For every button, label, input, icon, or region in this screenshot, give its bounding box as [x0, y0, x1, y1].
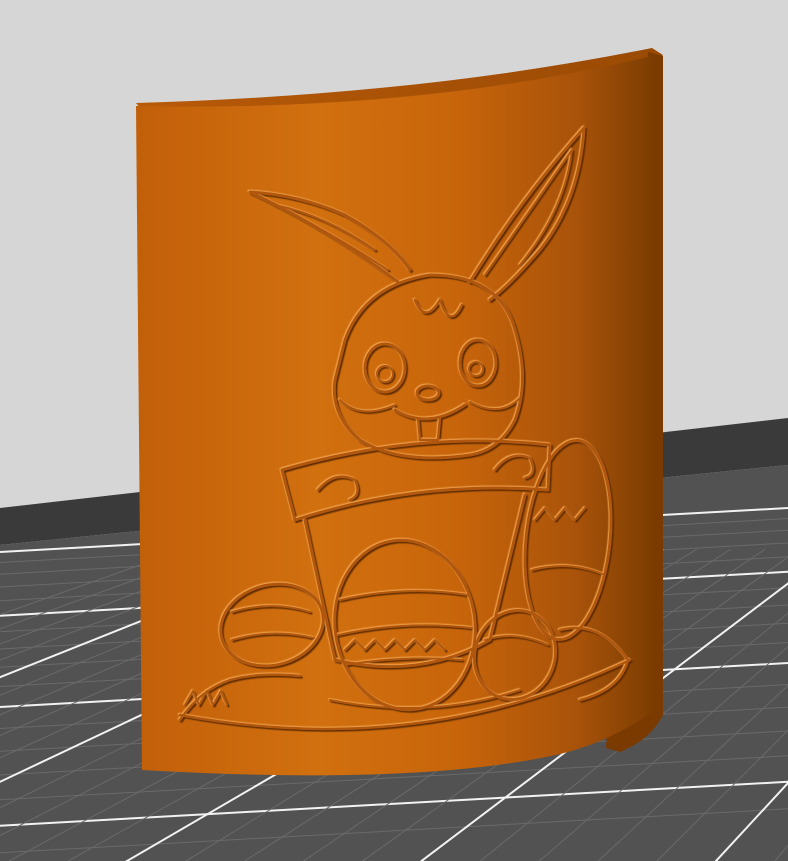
3d-viewport[interactable] [0, 0, 788, 861]
lithophane-model[interactable] [136, 48, 663, 776]
scene-canvas[interactable] [0, 0, 788, 861]
